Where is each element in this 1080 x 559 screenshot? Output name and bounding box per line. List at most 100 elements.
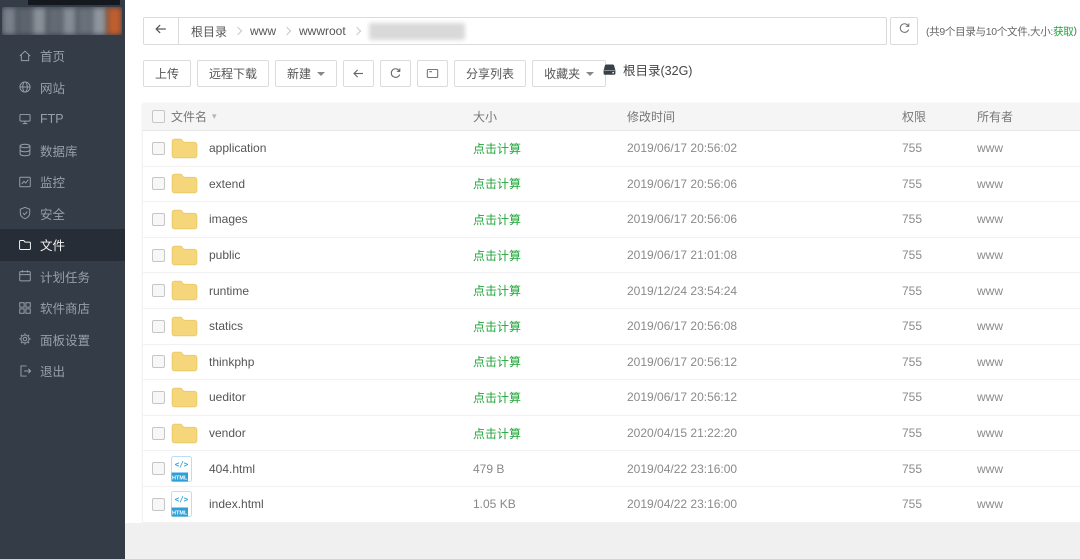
row-checkbox[interactable] xyxy=(152,355,165,368)
toolbar-button-new[interactable]: 新建 xyxy=(275,60,337,87)
breadcrumb-item[interactable]: wwwroot xyxy=(299,24,346,38)
column-header-owner[interactable]: 所有者 xyxy=(977,108,1080,125)
file-owner: www xyxy=(977,284,1080,298)
file-size[interactable]: 点击计算 xyxy=(473,211,627,228)
file-permission: 755 xyxy=(902,355,977,369)
sidebar-item-ftp[interactable]: FTP xyxy=(0,103,125,135)
file-size[interactable]: 点击计算 xyxy=(473,140,627,157)
file-name-link[interactable]: statics xyxy=(209,319,473,333)
back-icon xyxy=(352,67,365,80)
refresh-icon xyxy=(389,67,402,80)
gear-icon xyxy=(18,332,32,346)
file-name-link[interactable]: runtime xyxy=(209,284,473,298)
column-header-size[interactable]: 大小 xyxy=(473,108,627,125)
sidebar-item-database[interactable]: 数据库 xyxy=(0,135,125,167)
bt-panel-app: 首页 网站 FTP 数据库 监控 安全 文件 计划任务 软件商店 面板设置 退出 xyxy=(0,0,1080,559)
sidebar-item-appstore[interactable]: 软件商店 xyxy=(0,292,125,324)
file-size[interactable]: 点击计算 xyxy=(473,175,627,192)
row-checkbox[interactable] xyxy=(152,462,165,475)
file-size[interactable]: 点击计算 xyxy=(473,247,627,264)
folder-file-icon xyxy=(171,245,209,266)
sidebar-item-files[interactable]: 文件 xyxy=(0,229,125,261)
file-owner: www xyxy=(977,462,1080,476)
sidebar-item-logout[interactable]: 退出 xyxy=(0,355,125,387)
svg-text:</>: </> xyxy=(175,460,189,469)
file-owner: www xyxy=(977,248,1080,262)
file-size[interactable]: 点击计算 xyxy=(473,282,627,299)
file-name-link[interactable]: application xyxy=(209,141,473,155)
toolbar-button-back[interactable] xyxy=(343,60,374,87)
file-name-link[interactable]: public xyxy=(209,248,473,262)
column-header-permission[interactable]: 权限 xyxy=(902,108,977,125)
file-size[interactable]: 点击计算 xyxy=(473,389,627,406)
breadcrumb-separator-icon xyxy=(352,27,360,35)
file-permission: 755 xyxy=(902,462,977,476)
refresh-path-button[interactable] xyxy=(890,17,918,45)
sidebar-item-monitor[interactable]: 监控 xyxy=(0,166,125,198)
get-size-link[interactable]: 获取 xyxy=(1053,24,1073,39)
row-checkbox[interactable] xyxy=(152,213,165,226)
breadcrumb-separator-icon xyxy=(283,27,291,35)
row-checkbox[interactable] xyxy=(152,284,165,297)
shield-icon xyxy=(18,206,32,220)
row-checkbox[interactable] xyxy=(152,142,165,155)
file-size[interactable]: 点击计算 xyxy=(473,318,627,335)
file-size[interactable]: 点击计算 xyxy=(473,353,627,370)
file-row: application 点击计算 2019/06/17 20:56:02 755… xyxy=(143,131,1080,167)
sidebar-item-settings[interactable]: 面板设置 xyxy=(0,324,125,356)
file-row: ueditor 点击计算 2019/06/17 20:56:12 755 www xyxy=(143,380,1080,416)
toolbar-button-terminal[interactable] xyxy=(417,60,448,87)
sidebar-item-security[interactable]: 安全 xyxy=(0,198,125,230)
file-owner: www xyxy=(977,355,1080,369)
table-body: application 点击计算 2019/06/17 20:56:02 755… xyxy=(143,131,1080,523)
toolbar-button-share-list[interactable]: 分享列表 xyxy=(454,60,526,87)
file-name-link[interactable]: 404.html xyxy=(209,462,473,476)
file-name-link[interactable]: ueditor xyxy=(209,390,473,404)
terminal-icon xyxy=(426,67,439,80)
sidebar-item-home[interactable]: 首页 xyxy=(0,40,125,72)
file-name-link[interactable]: thinkphp xyxy=(209,355,473,369)
file-name-link[interactable]: extend xyxy=(209,177,473,191)
breadcrumb-item[interactable]: www xyxy=(250,24,276,38)
file-row: vendor 点击计算 2020/04/15 21:22:20 755 www xyxy=(143,416,1080,452)
file-mtime: 2019/06/17 20:56:08 xyxy=(627,319,902,333)
column-header-filename[interactable]: 文件名 ▾ xyxy=(171,108,473,125)
file-name-link[interactable]: vendor xyxy=(209,426,473,440)
file-size[interactable]: 点击计算 xyxy=(473,425,627,442)
toolbar-button-refresh[interactable] xyxy=(380,60,411,87)
file-owner: www xyxy=(977,141,1080,155)
disk-icon xyxy=(602,62,617,77)
toolbar-button-upload[interactable]: 上传 xyxy=(143,60,191,87)
file-permission: 755 xyxy=(902,248,977,262)
table-header: 文件名 ▾ 大小 修改时间 权限 所有者 xyxy=(143,103,1080,131)
disk-info-wrap: 根目录(32G) xyxy=(588,60,692,79)
file-mtime: 2019/06/17 21:01:08 xyxy=(627,248,902,262)
file-mtime: 2019/06/17 20:56:06 xyxy=(627,212,902,226)
folder-file-icon xyxy=(171,173,209,194)
home-icon xyxy=(18,49,32,63)
row-checkbox[interactable] xyxy=(152,249,165,262)
column-header-mtime[interactable]: 修改时间 xyxy=(627,108,902,125)
file-row: extend 点击计算 2019/06/17 20:56:06 755 www xyxy=(143,167,1080,203)
row-checkbox[interactable] xyxy=(152,498,165,511)
folder-file-icon xyxy=(171,423,209,444)
sidebar-item-cron[interactable]: 计划任务 xyxy=(0,261,125,293)
sidebar-item-website[interactable]: 网站 xyxy=(0,72,125,104)
row-checkbox[interactable] xyxy=(152,427,165,440)
file-name-link[interactable]: images xyxy=(209,212,473,226)
toolbar-button-remote-download[interactable]: 远程下载 xyxy=(197,60,269,87)
row-checkbox[interactable] xyxy=(152,391,165,404)
row-checkbox[interactable] xyxy=(152,320,165,333)
breadcrumb-back-button[interactable] xyxy=(144,18,179,44)
breadcrumb-item[interactable]: 根目录 xyxy=(191,23,227,40)
file-row: </>HTML 404.html 479 B 2019/04/22 23:16:… xyxy=(143,451,1080,487)
file-permission: 755 xyxy=(902,390,977,404)
disk-label: 根目录(32G) xyxy=(623,60,692,79)
row-checkbox[interactable] xyxy=(152,177,165,190)
file-name-link[interactable]: index.html xyxy=(209,497,473,511)
summary-text: (共9个目录与10个文件,大小: xyxy=(926,24,1053,39)
disk-info[interactable]: 根目录(32G) xyxy=(602,60,692,79)
sort-caret-icon: ▾ xyxy=(212,111,217,122)
caret-down-icon xyxy=(317,72,325,76)
select-all-checkbox[interactable] xyxy=(152,110,165,123)
